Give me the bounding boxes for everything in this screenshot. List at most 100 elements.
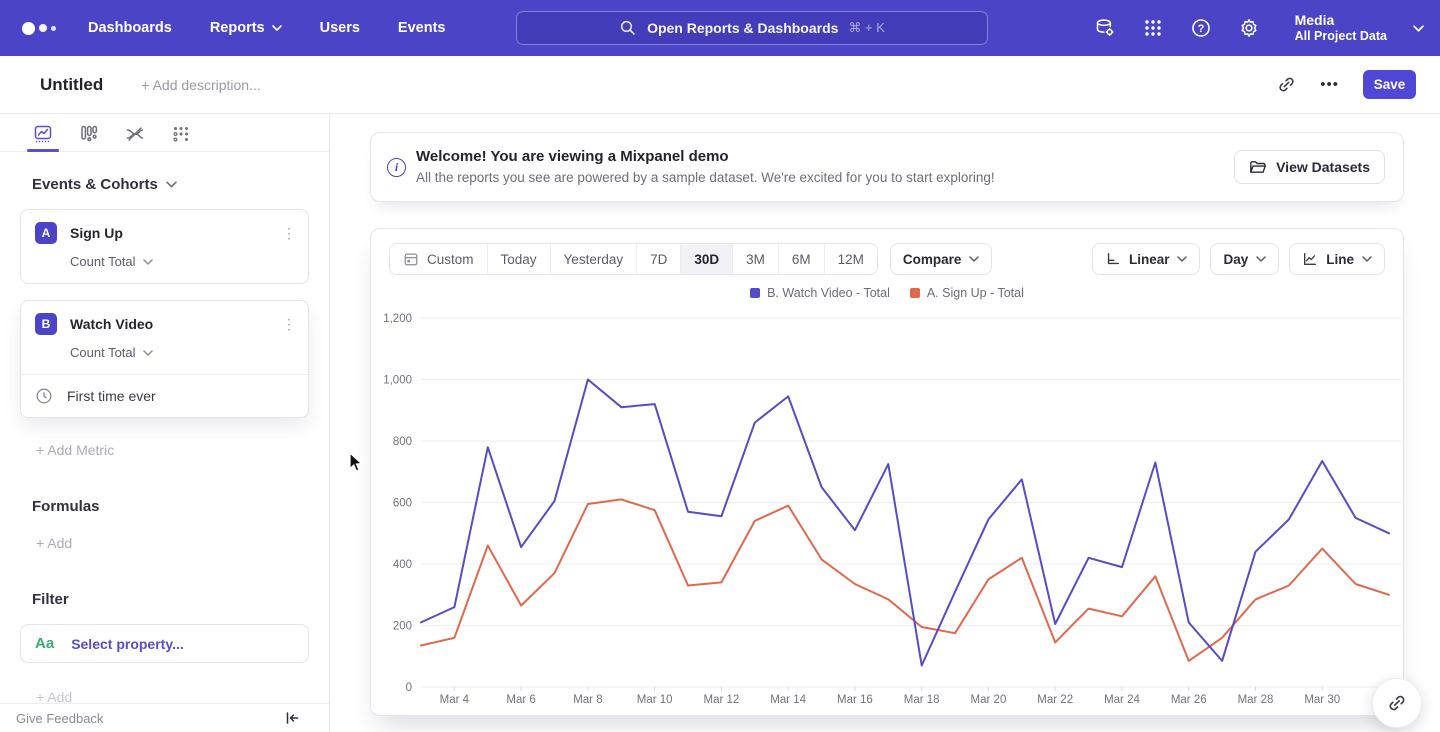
chevron-down-icon — [272, 25, 282, 31]
x-axis-label: Mar 22 — [1037, 694, 1073, 706]
compare-button[interactable]: Compare — [890, 243, 993, 275]
settings-button[interactable] — [1237, 16, 1261, 40]
report-description-placeholder[interactable]: + Add description... — [141, 77, 260, 93]
interval-selector[interactable]: Day — [1210, 243, 1279, 275]
x-axis-label: Mar 20 — [971, 694, 1007, 706]
x-axis-label: Mar 12 — [704, 694, 740, 706]
mixpanel-logo[interactable] — [22, 22, 56, 35]
legend-item-watch-video[interactable]: B. Watch Video - Total — [750, 286, 890, 300]
give-feedback-link[interactable]: Give Feedback — [16, 711, 103, 726]
calendar-icon — [403, 251, 419, 267]
data-management-button[interactable] — [1093, 16, 1117, 40]
apps-grid-button[interactable] — [1141, 16, 1165, 40]
x-axis-label: Mar 30 — [1304, 694, 1340, 706]
aggregation-selector[interactable]: Count Total — [70, 345, 296, 360]
tab-retention[interactable] — [171, 124, 191, 152]
topnav-right: ? Media All Project Data — [1093, 0, 1440, 56]
range-yesterday[interactable]: Yesterday — [550, 244, 637, 274]
logo-dot-icon — [51, 26, 56, 31]
help-button[interactable]: ? — [1189, 16, 1213, 40]
banner-title: Welcome! You are viewing a Mixpanel demo — [416, 146, 995, 167]
chevron-down-icon — [1362, 256, 1372, 262]
chevron-down-icon — [1256, 256, 1266, 262]
save-button[interactable]: Save — [1363, 70, 1416, 99]
range-today[interactable]: Today — [487, 244, 550, 274]
x-axis-label: Mar 18 — [904, 694, 940, 706]
sidebar-footer: Give Feedback — [0, 703, 329, 732]
metric-card-b[interactable]: B Watch Video ⋮ Count Total — [21, 301, 308, 374]
series-line-1[interactable] — [421, 499, 1389, 661]
add-formula-button[interactable]: + Add — [36, 535, 329, 551]
search-icon — [619, 19, 637, 37]
x-axis-label: Mar 14 — [770, 694, 806, 706]
chevron-down-icon — [143, 259, 153, 265]
nav-item-events[interactable]: Events — [398, 20, 446, 36]
range-12m[interactable]: 12M — [824, 244, 877, 274]
axis-icon — [1105, 251, 1121, 267]
range-custom[interactable]: Custom — [390, 244, 487, 274]
range-7d[interactable]: 7D — [636, 244, 680, 274]
metric-card-a[interactable]: A Sign Up ⋮ Count Total — [20, 209, 309, 284]
copy-link-button[interactable] — [1277, 75, 1296, 94]
more-options-button[interactable]: ••• — [1320, 76, 1339, 93]
scale-selector[interactable]: Linear — [1092, 243, 1201, 275]
line-chart-icon — [1302, 251, 1318, 267]
report-title[interactable]: Untitled — [40, 75, 103, 95]
range-30d[interactable]: 30D — [680, 244, 732, 274]
query-builder-sidebar: Events & Cohorts A Sign Up ⋮ Count Total… — [0, 114, 330, 732]
workspace-name: Media — [1295, 12, 1387, 29]
property-type-badge: Aa — [35, 635, 54, 652]
metric-name: Watch Video — [70, 316, 153, 332]
report-type-tabs — [0, 114, 329, 152]
events-cohorts-header[interactable]: Events & Cohorts — [0, 152, 329, 193]
range-6m[interactable]: 6M — [778, 244, 824, 274]
collapse-sidebar-button[interactable] — [283, 709, 301, 727]
flows-icon — [125, 124, 145, 144]
first-time-ever-option[interactable]: First time ever — [21, 374, 308, 417]
workspace-switcher[interactable]: Media All Project Data — [1295, 12, 1424, 44]
line-chart-plot[interactable]: 02004006008001,0001,200Mar 4Mar 6Mar 8Ma… — [371, 305, 1403, 707]
demo-welcome-banner: i Welcome! You are viewing a Mixpanel de… — [370, 132, 1404, 202]
series-line-0[interactable] — [421, 380, 1389, 666]
link-icon — [1277, 75, 1296, 94]
legend-swatch — [910, 288, 920, 298]
add-metric-button[interactable]: + Add Metric — [36, 442, 329, 458]
info-icon: i — [387, 158, 406, 177]
nav-item-users[interactable]: Users — [320, 20, 360, 36]
chart-card: Custom Today Yesterday 7D 30D 3M 6M 12M … — [370, 228, 1404, 716]
search-shortcut: ⌘ + K — [848, 20, 885, 36]
funnel-bars-icon — [79, 124, 99, 144]
filter-placeholder: Select property... — [71, 636, 184, 652]
aggregation-selector[interactable]: Count Total — [70, 254, 296, 269]
nav-item-reports[interactable]: Reports — [210, 20, 282, 36]
y-axis-label: 200 — [393, 621, 412, 633]
share-link-floating-button[interactable] — [1372, 678, 1422, 728]
banner-subtitle: All the reports you see are powered by a… — [416, 167, 995, 188]
global-search-bar[interactable]: Open Reports & Dashboards ⌘ + K — [516, 11, 988, 45]
folder-icon — [1249, 159, 1267, 175]
tab-insights[interactable] — [33, 124, 53, 152]
x-axis-label: Mar 26 — [1171, 694, 1207, 706]
gear-icon — [1238, 17, 1260, 39]
report-header: Untitled + Add description... ••• Save — [0, 56, 1440, 114]
svg-text:?: ? — [1197, 23, 1204, 35]
metric-name: Sign Up — [70, 225, 123, 241]
filter-property-selector[interactable]: Aa Select property... — [20, 624, 309, 663]
nav-item-dashboards[interactable]: Dashboards — [88, 20, 172, 36]
range-3m[interactable]: 3M — [732, 244, 778, 274]
x-axis-label: Mar 24 — [1104, 694, 1140, 706]
chevron-down-icon — [166, 181, 177, 188]
metric-menu-button[interactable]: ⋮ — [282, 228, 296, 238]
link-icon — [1387, 693, 1407, 713]
tab-funnels[interactable] — [79, 124, 99, 152]
primary-nav: Dashboards Reports Users Events — [88, 20, 445, 36]
chart-type-selector[interactable]: Line — [1289, 243, 1385, 275]
legend-item-sign-up[interactable]: A. Sign Up - Total — [910, 286, 1024, 300]
metric-badge: A — [35, 222, 57, 244]
x-axis-label: Mar 4 — [440, 694, 470, 706]
legend-swatch — [750, 288, 760, 298]
metric-menu-button[interactable]: ⋮ — [282, 319, 296, 329]
tab-flows[interactable] — [125, 124, 145, 152]
chevron-down-icon — [969, 256, 979, 262]
view-datasets-button[interactable]: View Datasets — [1234, 150, 1385, 184]
